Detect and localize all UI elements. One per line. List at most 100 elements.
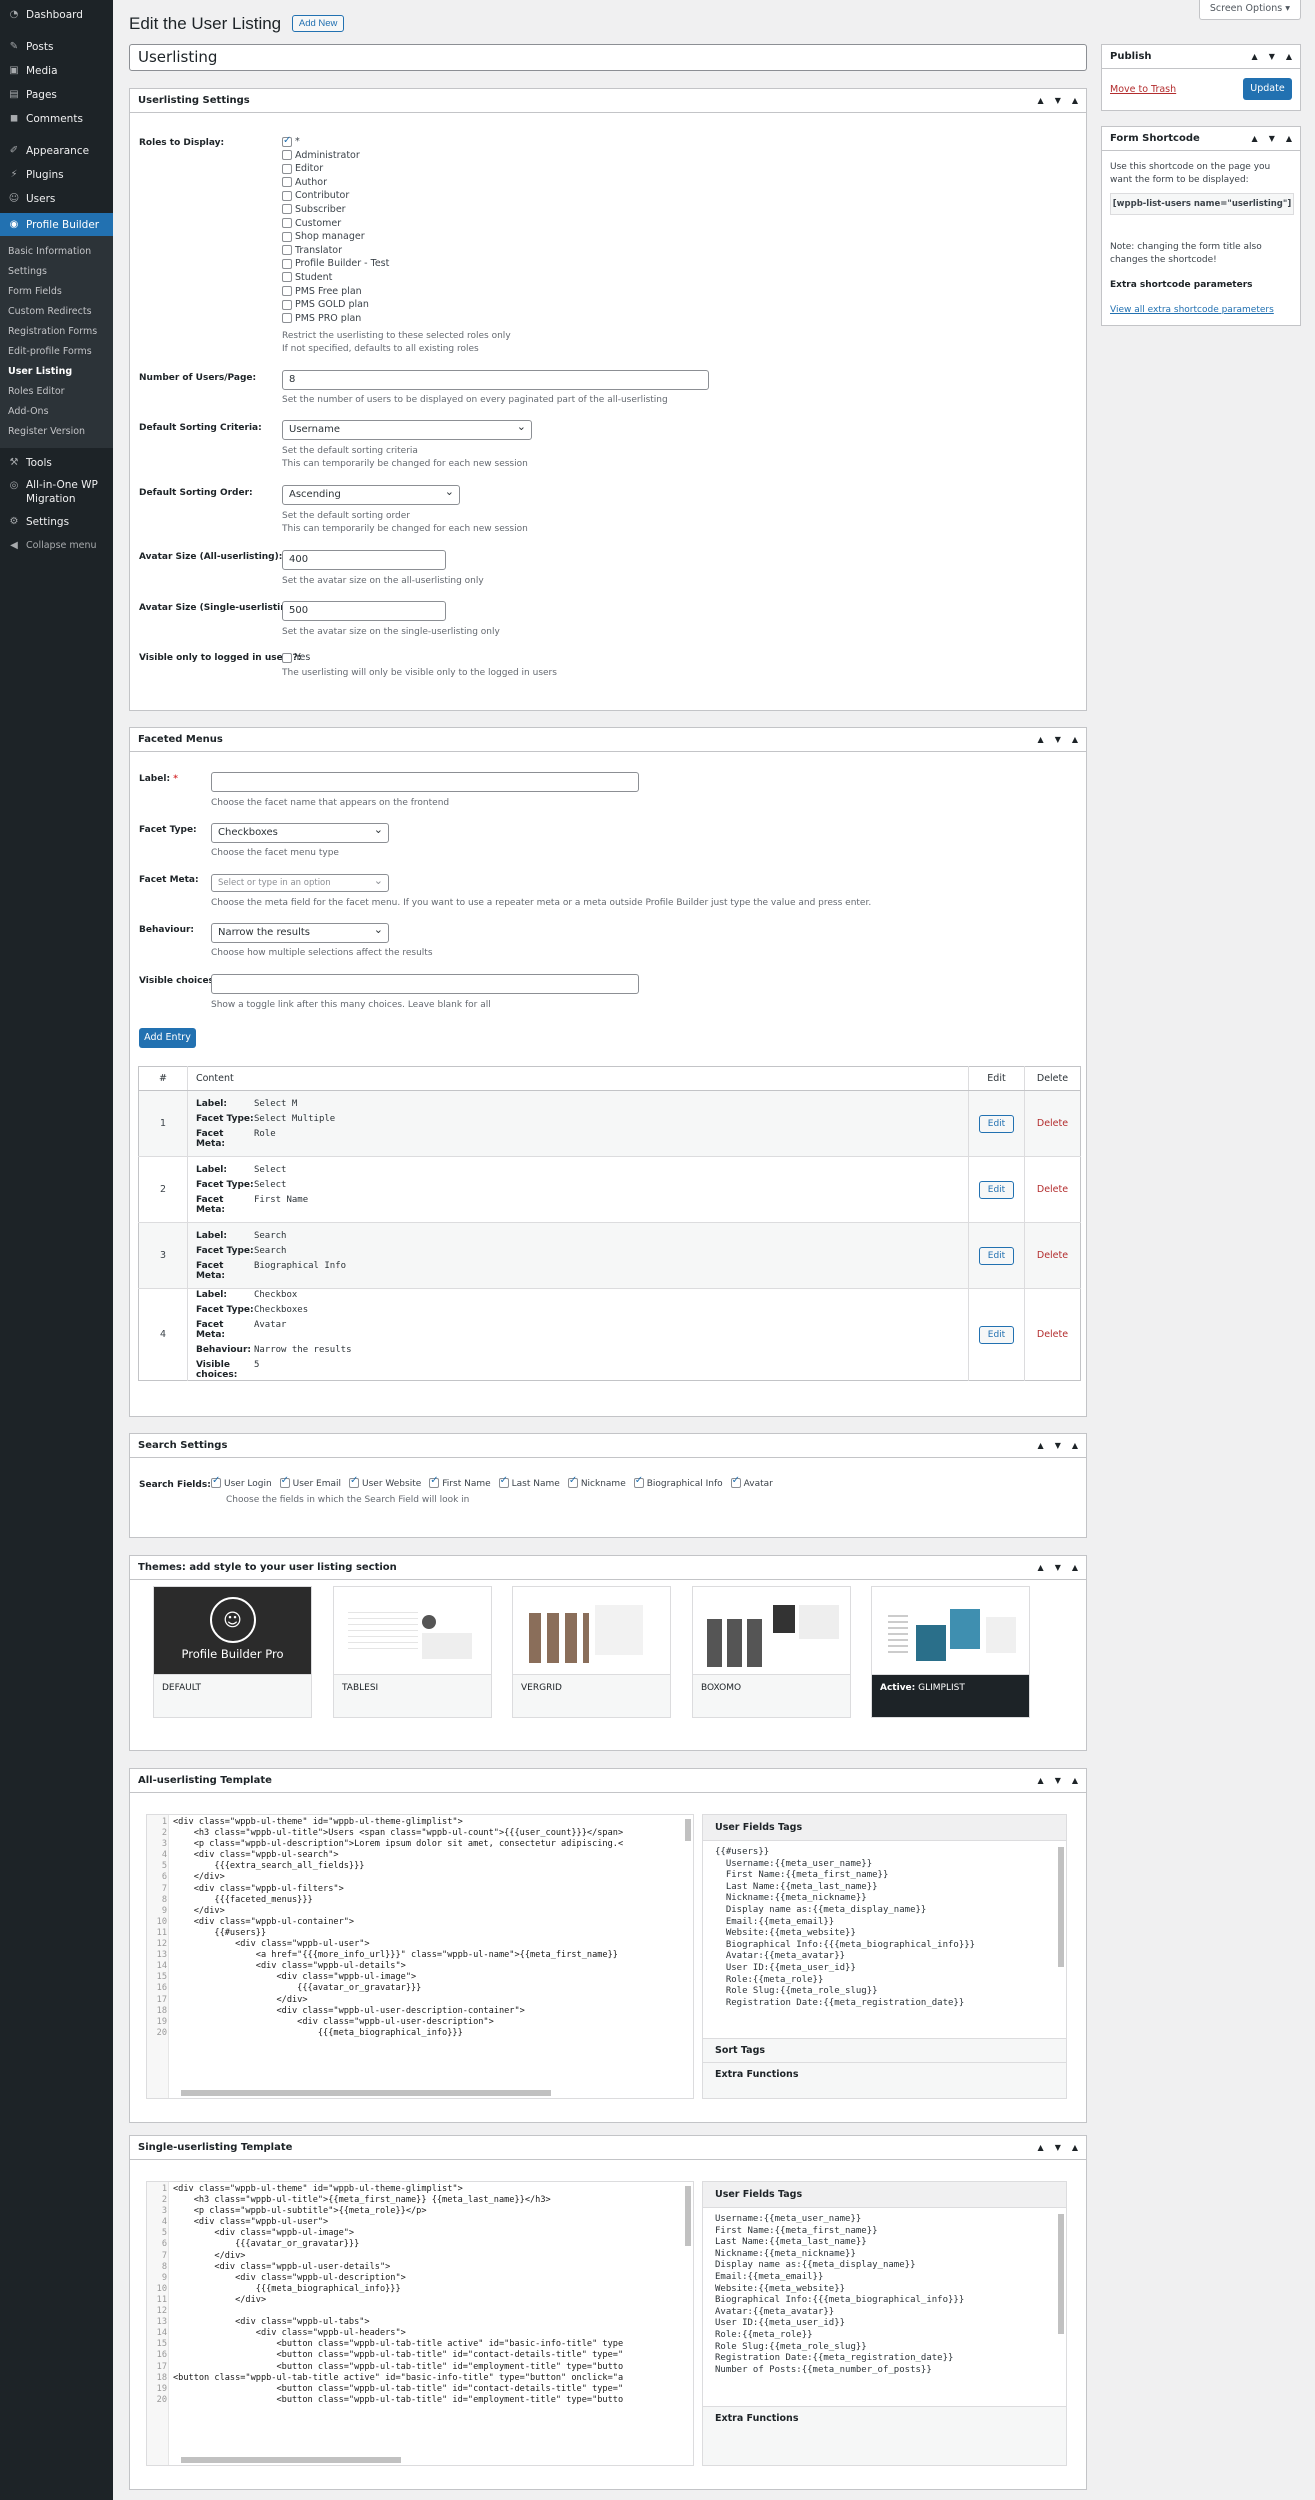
user-fields-tags-list[interactable]: Username:{{meta_user_name}} First Name:{{…	[703, 2208, 1066, 2406]
checkbox[interactable]	[282, 286, 292, 297]
shortcode-value[interactable]: [wppb-list-users name="userlisting"]	[1110, 193, 1294, 215]
add-entry-button[interactable]: Add Entry	[139, 1028, 196, 1048]
checkbox[interactable]	[282, 218, 292, 229]
visible-logged-checkbox[interactable]: Yes	[282, 652, 310, 663]
add-new-button[interactable]: Add New	[291, 15, 345, 32]
avatar-all-input[interactable]: 400	[282, 550, 446, 570]
submenu-roles-editor[interactable]: Roles Editor	[0, 382, 113, 402]
move-up-icon[interactable]: ▲	[1252, 134, 1258, 143]
search-field-option[interactable]: Avatar	[730, 1475, 773, 1489]
theme-glimplist-active[interactable]: Active: GLIMPLIST	[871, 1586, 1030, 1718]
user-fields-tags-list[interactable]: {{#users}} Username:{{meta_user_name}} F…	[703, 1841, 1066, 2038]
theme-boxomo[interactable]: BOXOMO	[692, 1586, 851, 1718]
facet-meta-select[interactable]: Select or type in an option	[211, 874, 389, 892]
theme-default[interactable]: ☺ Profile Builder Pro DEFAULT	[153, 1586, 312, 1718]
submenu-edit-profile-forms[interactable]: Edit-profile Forms	[0, 342, 113, 362]
move-up-icon[interactable]: ▲	[1038, 96, 1044, 105]
checkbox[interactable]	[282, 150, 292, 161]
search-field-option[interactable]: User Website	[349, 1475, 421, 1489]
role-option[interactable]: PMS PRO plan	[282, 312, 389, 326]
submenu-form-fields[interactable]: Form Fields	[0, 282, 113, 302]
checkbox[interactable]	[730, 1475, 741, 1488]
checkbox[interactable]	[282, 204, 292, 215]
collapse-icon[interactable]: ▲	[1286, 134, 1292, 143]
move-up-icon[interactable]: ▲	[1252, 52, 1258, 61]
move-up-icon[interactable]: ▲	[1038, 735, 1044, 744]
tags-scrollbar[interactable]	[1058, 1847, 1064, 1967]
user-fields-tags-header[interactable]: User Fields Tags	[703, 1815, 1066, 1841]
delete-link[interactable]: Delete	[1037, 1184, 1068, 1195]
search-field-option[interactable]: User Email	[279, 1475, 341, 1489]
move-down-icon[interactable]: ▼	[1055, 2143, 1061, 2152]
submenu-user-listing[interactable]: User Listing	[0, 362, 113, 382]
theme-tablesi[interactable]: TABLESI	[333, 1586, 492, 1718]
post-title-input[interactable]: Userlisting	[129, 44, 1087, 71]
collapse-icon[interactable]: ▲	[1072, 735, 1078, 744]
move-up-icon[interactable]: ▲	[1038, 1563, 1044, 1572]
menu-tools[interactable]: ⚒ Tools	[0, 454, 113, 471]
checkbox[interactable]	[282, 313, 292, 324]
menu-dashboard[interactable]: ◔ Dashboard	[0, 6, 113, 23]
checkbox[interactable]	[567, 1475, 578, 1488]
code-scrollbar-h[interactable]	[181, 2090, 551, 2096]
submenu-settings[interactable]: Settings	[0, 262, 113, 282]
checkbox[interactable]	[282, 134, 292, 147]
menu-media[interactable]: ▣ Media	[0, 62, 113, 79]
menu-migration[interactable]: Migration	[0, 492, 113, 506]
role-option[interactable]: Profile Builder - Test	[282, 257, 389, 271]
user-fields-tags-header[interactable]: User Fields Tags	[703, 2182, 1066, 2208]
checkbox[interactable]	[633, 1475, 644, 1488]
search-field-option[interactable]: User Login	[211, 1475, 272, 1489]
checkbox[interactable]	[282, 258, 292, 269]
checkbox[interactable]	[282, 245, 292, 256]
single-template-code-editor[interactable]: 1 <div class="wppb-ul-theme" id="wppb-ul-…	[146, 2181, 694, 2466]
theme-vergrid[interactable]: VERGRID	[512, 1586, 671, 1718]
collapse-icon[interactable]: ▲	[1072, 1563, 1078, 1572]
role-option[interactable]: Translator	[282, 244, 389, 258]
role-option[interactable]: Contributor	[282, 189, 389, 203]
search-field-option[interactable]: First Name	[429, 1475, 491, 1489]
menu-all-in-one[interactable]: ◎ All-in-One WP	[0, 478, 113, 492]
checkbox[interactable]	[282, 652, 292, 663]
collapse-icon[interactable]: ▲	[1072, 96, 1078, 105]
delete-link[interactable]: Delete	[1037, 1118, 1068, 1129]
role-option[interactable]: Student	[282, 271, 389, 285]
submenu-add-ons[interactable]: Add-Ons	[0, 402, 113, 422]
facet-visible-input[interactable]	[211, 974, 639, 994]
facet-behaviour-select[interactable]: Narrow the results	[211, 923, 389, 943]
checkbox[interactable]	[282, 299, 292, 310]
code-scrollbar-h[interactable]	[181, 2457, 401, 2463]
menu-comments[interactable]: ◼ Comments	[0, 110, 113, 127]
menu-appearance[interactable]: ✐ Appearance	[0, 142, 113, 159]
collapse-icon[interactable]: ▲	[1072, 1776, 1078, 1785]
move-down-icon[interactable]: ▼	[1055, 1441, 1061, 1450]
role-option[interactable]: Editor	[282, 162, 389, 176]
role-option[interactable]: Subscriber	[282, 203, 389, 217]
checkbox[interactable]	[282, 163, 292, 174]
sort-criteria-select[interactable]: Username	[282, 420, 532, 440]
menu-collapse[interactable]: ◀ Collapse menu	[0, 537, 113, 554]
move-down-icon[interactable]: ▼	[1055, 96, 1061, 105]
menu-users[interactable]: ☺ Users	[0, 190, 113, 207]
role-option[interactable]: Administrator	[282, 149, 389, 163]
edit-button[interactable]: Edit	[978, 1114, 1015, 1133]
edit-button[interactable]: Edit	[978, 1246, 1015, 1265]
checkbox[interactable]	[282, 190, 292, 201]
search-field-option[interactable]: Biographical Info	[633, 1475, 723, 1489]
checkbox[interactable]	[498, 1475, 509, 1488]
role-option[interactable]: PMS GOLD plan	[282, 298, 389, 312]
checkbox[interactable]	[282, 231, 292, 242]
screen-options-button[interactable]: Screen Options ▾	[1198, 0, 1301, 20]
submenu-custom-redirects[interactable]: Custom Redirects	[0, 302, 113, 322]
move-down-icon[interactable]: ▼	[1269, 134, 1275, 143]
move-down-icon[interactable]: ▼	[1055, 1776, 1061, 1785]
checkbox[interactable]	[349, 1475, 360, 1488]
menu-settings[interactable]: ⚙ Settings	[0, 513, 113, 530]
menu-profile-builder[interactable]: ◉ Profile Builder	[0, 213, 113, 236]
collapse-icon[interactable]: ▲	[1286, 52, 1292, 61]
move-down-icon[interactable]: ▼	[1269, 52, 1275, 61]
num-users-input[interactable]: 8	[282, 370, 709, 390]
delete-link[interactable]: Delete	[1037, 1329, 1068, 1340]
role-option[interactable]: Author	[282, 176, 389, 190]
menu-plugins[interactable]: ⚡ Plugins	[0, 166, 113, 183]
